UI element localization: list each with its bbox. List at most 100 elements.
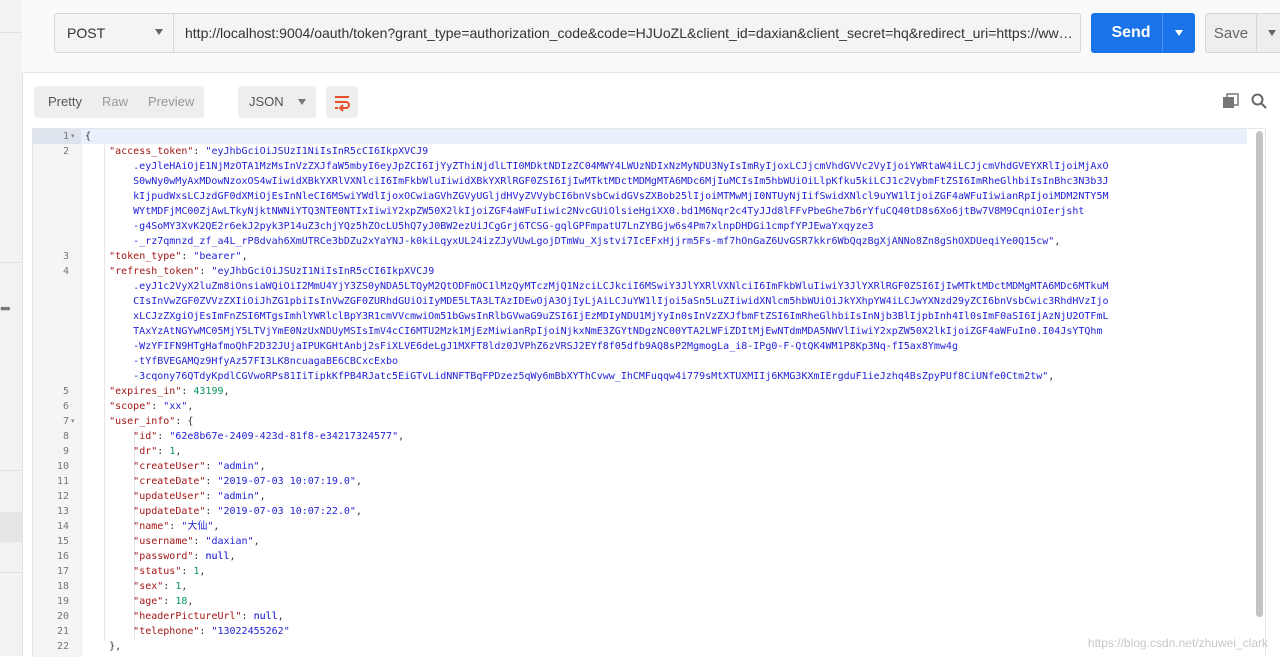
code-token: , xyxy=(277,611,284,622)
code-token: , xyxy=(355,506,362,517)
code-token: , xyxy=(187,596,194,607)
code-line: "createUser": "admin", xyxy=(81,459,1247,474)
code-line: "updateUser": "admin", xyxy=(81,489,1247,504)
code-line: "name": "大仙", xyxy=(81,519,1247,534)
code-token: -tYfBVEGAMQz9HfyAz57FI3LK8ncuagaBE6CBCxc… xyxy=(85,356,399,367)
code-token: "password" xyxy=(133,551,194,562)
wrap-lines-button[interactable] xyxy=(326,86,358,118)
code-token: : xyxy=(205,461,218,472)
line-number: 20 xyxy=(56,611,69,622)
search-icon[interactable] xyxy=(1250,92,1268,110)
more-icon[interactable]: ••• xyxy=(0,300,11,316)
code-area[interactable]: { "access_token": "eyJhbGciOiJSUzI1NiIsI… xyxy=(81,129,1247,657)
line-number: 5 xyxy=(62,386,69,397)
code-token: "大仙" xyxy=(181,521,214,532)
code-line: CIsInVwZGF0ZVVzZXIiOiJhZG1pbiIsInVwZGF0Z… xyxy=(81,294,1247,309)
format-select[interactable]: JSON xyxy=(238,86,316,118)
vertical-scrollbar[interactable] xyxy=(1256,131,1263,617)
code-token: : xyxy=(163,596,176,607)
tab-pretty[interactable]: Pretty xyxy=(34,86,92,118)
code-token: "refresh_token" xyxy=(109,266,200,277)
code-token: , xyxy=(241,251,248,262)
code-token: "username" xyxy=(133,536,194,547)
code-line: .eyJleHAiOjE1NjMzOTA1MzMsInVzZXJfaW5mbyI… xyxy=(81,159,1247,174)
code-token: , xyxy=(175,446,182,457)
code-token: "daxian" xyxy=(205,536,254,547)
line-number: 17 xyxy=(56,566,69,577)
copy-icon[interactable] xyxy=(1222,93,1240,109)
code-line: "scope": "xx", xyxy=(81,399,1247,414)
code-token: : xyxy=(193,536,206,547)
code-line: "createDate": "2019-07-03 10:07:19.0", xyxy=(81,474,1247,489)
code-token: : xyxy=(181,251,194,262)
code-token: : xyxy=(199,626,212,637)
code-token: , xyxy=(1054,236,1061,247)
code-token: , xyxy=(229,551,236,562)
fold-toggle-icon[interactable]: ▾ xyxy=(71,129,75,144)
code-line: TAxYzAtNGYwMC05MjY5LTVjYmE0NzUxNDUyMSIsI… xyxy=(81,324,1247,339)
send-options-button[interactable] xyxy=(1162,13,1195,53)
code-token: "id" xyxy=(133,431,158,442)
response-toolbar: Pretty Raw Preview JSON xyxy=(22,86,1280,120)
line-number xyxy=(33,159,81,174)
save-options-button[interactable] xyxy=(1257,13,1280,53)
code-token: { xyxy=(85,131,92,142)
wrap-lines-icon xyxy=(335,96,350,112)
view-tabs: Pretty Raw Preview xyxy=(34,86,205,118)
code-token: : xyxy=(163,581,176,592)
code-line: "password": null, xyxy=(81,549,1247,564)
chevron-down-icon xyxy=(298,99,306,105)
code-token: "expires_in" xyxy=(109,386,182,397)
line-number: 15 xyxy=(56,536,69,547)
line-number: 4 xyxy=(62,266,69,277)
code-token: : xyxy=(205,491,218,502)
tab-raw[interactable]: Raw xyxy=(92,86,138,118)
code-token: }, xyxy=(85,641,122,652)
method-select[interactable]: POST xyxy=(54,13,174,53)
line-number: 3 xyxy=(62,251,69,262)
line-number-gutter: 1 ▾ 2 3 4 5 6 7 ▾ 8 9 10 11 12 13 14 15 16 17 18 19 20 21 22 xyxy=(33,129,82,657)
code-token: "token_type" xyxy=(109,251,182,262)
code-line: "username": "daxian", xyxy=(81,534,1247,549)
code-token: "admin" xyxy=(217,461,260,472)
fold-toggle-icon[interactable]: ▾ xyxy=(71,414,75,429)
code-line: "updateDate": "2019-07-03 10:07:22.0", xyxy=(81,504,1247,519)
response-body-editor[interactable]: 1 ▾ 2 3 4 5 6 7 ▾ 8 9 10 11 12 13 14 15 16 17 18 19 20 21 22 { … xyxy=(32,128,1266,657)
code-token: "xx" xyxy=(163,401,188,412)
left-sidebar: ••• xyxy=(0,0,23,656)
sidebar-item-selected[interactable] xyxy=(0,512,22,542)
line-number: 16 xyxy=(56,551,69,562)
line-number xyxy=(33,219,81,234)
line-number: 9 xyxy=(62,446,69,457)
code-token: "eyJhbGciOiJSUzI1NiIsInR5cCI6IkpXVCJ9 xyxy=(205,146,429,157)
tab-preview[interactable]: Preview xyxy=(138,86,204,118)
code-token: "headerPictureUrl" xyxy=(133,611,242,622)
format-label: JSON xyxy=(249,94,284,109)
code-token: "dr" xyxy=(133,446,158,457)
save-button[interactable]: Save xyxy=(1205,13,1257,53)
code-token: : xyxy=(151,401,164,412)
line-number xyxy=(33,309,81,324)
code-token: , xyxy=(199,566,206,577)
code-line: "id": "62e8b67e-2409-423d-81f8-e34217324… xyxy=(81,429,1247,444)
line-number xyxy=(33,189,81,204)
request-bar: POST http://localhost:9004/oauth/token?g… xyxy=(22,0,1280,73)
watermark: https://blog.csdn.net/zhuwei_clark xyxy=(1087,636,1268,650)
code-token: xLCJzZXgiOjEsImFnZSI6MTgsImhlYWRlclBpY3R… xyxy=(85,311,1109,322)
send-button[interactable]: Send xyxy=(1091,13,1171,53)
code-line: { xyxy=(81,129,1247,144)
line-number xyxy=(33,174,81,189)
code-line: "user_info": { xyxy=(81,414,1247,429)
url-input[interactable]: http://localhost:9004/oauth/token?grant_… xyxy=(174,13,1081,53)
code-token: -_rz7qmnzd_zf_a4L_rP8dvah6XmUTRCe3bDZu2x… xyxy=(85,236,1055,247)
code-token: 43199 xyxy=(193,386,224,397)
code-token: "sex" xyxy=(133,581,164,592)
